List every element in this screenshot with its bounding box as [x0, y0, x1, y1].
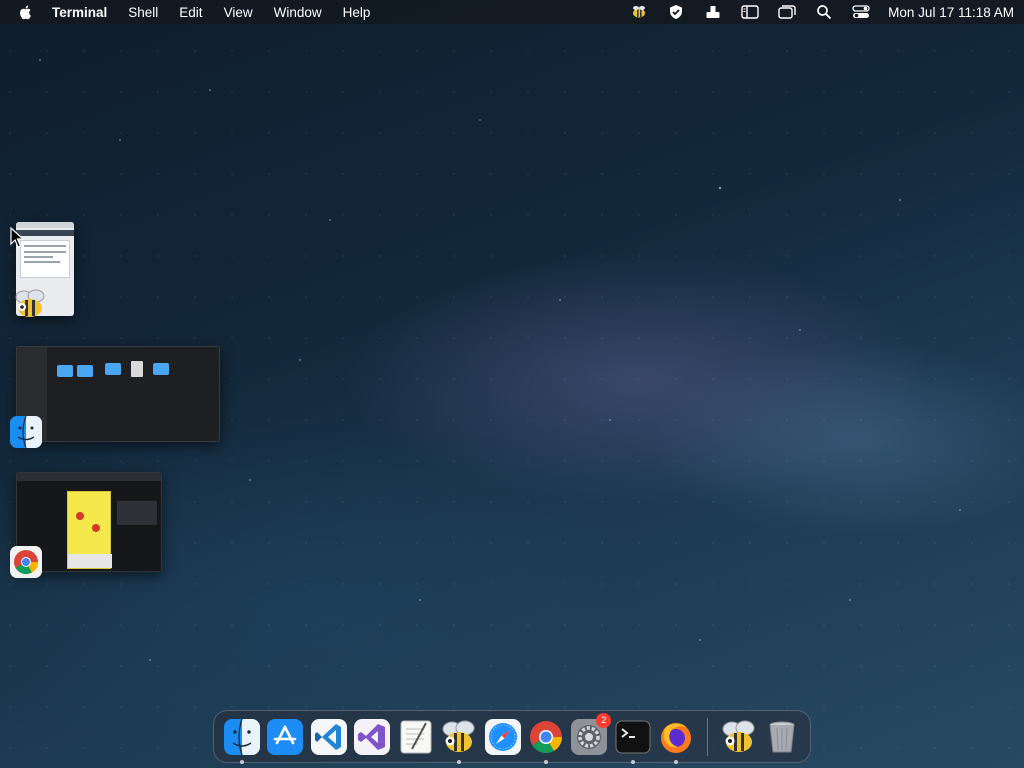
dock-separator: [707, 717, 709, 756]
running-indicator: [630, 759, 635, 764]
dock-item-finder[interactable]: [222, 717, 261, 764]
menu-app-name[interactable]: Terminal: [52, 5, 107, 20]
menu-edit[interactable]: Edit: [179, 5, 202, 20]
finder-window-thumbnail[interactable]: [16, 346, 220, 442]
status-area: Mon Jul 17 11:18 AM: [611, 4, 1014, 20]
dock-item-terminal[interactable]: [613, 717, 652, 764]
stage-chrome-group[interactable]: [8, 472, 162, 580]
dock-item-system-settings[interactable]: 2: [570, 712, 612, 757]
running-indicator: [239, 759, 244, 764]
chrome-icon: [530, 720, 563, 753]
running-indicator: [544, 759, 549, 764]
dock-item-safari[interactable]: [483, 717, 522, 757]
dock-item-trash[interactable]: [763, 717, 802, 757]
dock-item-chrome[interactable]: [526, 717, 565, 764]
control-center-icon[interactable]: [852, 4, 870, 20]
stage-finder-group[interactable]: [8, 346, 220, 450]
dock-item-bee-recent[interactable]: [719, 717, 758, 757]
vpn-shield-icon[interactable]: [667, 4, 685, 20]
apple-logo-icon[interactable]: [18, 4, 34, 20]
dock-item-bee[interactable]: [439, 717, 478, 764]
bee-icon: [722, 720, 755, 752]
menu-view[interactable]: View: [224, 5, 253, 20]
menu-help[interactable]: Help: [343, 5, 371, 20]
upload-tray-icon[interactable]: [704, 4, 722, 20]
menu-window[interactable]: Window: [274, 5, 322, 20]
mouse-cursor-icon: [10, 227, 24, 248]
dock-item-firefox[interactable]: [657, 717, 696, 764]
running-indicator: [674, 759, 679, 764]
menu-bar: Terminal Shell Edit View Window Help Mon…: [0, 0, 1024, 24]
window-stack-icon[interactable]: [778, 4, 796, 20]
dock-item-app-store[interactable]: [265, 717, 304, 757]
search-icon[interactable]: [815, 4, 833, 20]
bee-icon: [14, 288, 46, 320]
finder-icon: [10, 415, 42, 449]
dock-item-visual-studio[interactable]: [352, 717, 391, 757]
trash-icon: [769, 721, 795, 752]
menu-clock[interactable]: Mon Jul 17 11:18 AM: [888, 5, 1014, 20]
notification-badge: 2: [596, 712, 612, 728]
terminal-icon: [615, 720, 651, 753]
menu-shell[interactable]: Shell: [128, 5, 158, 20]
dock: 2: [213, 710, 811, 764]
dock-item-vscode[interactable]: [309, 717, 348, 757]
visual-studio-icon: [354, 718, 391, 755]
bee-icon[interactable]: [630, 4, 648, 20]
firefox-icon: [661, 722, 692, 753]
app-store-icon: [267, 718, 304, 755]
vscode-icon: [310, 718, 347, 755]
finder-icon: [223, 718, 260, 755]
sidebar-icon[interactable]: [741, 4, 759, 20]
textedit-icon: [400, 720, 432, 753]
chrome-icon: [10, 546, 42, 578]
running-indicator: [457, 759, 462, 764]
bee-icon: [442, 720, 475, 752]
safari-icon: [484, 718, 521, 755]
dock-item-textedit[interactable]: [396, 717, 435, 757]
